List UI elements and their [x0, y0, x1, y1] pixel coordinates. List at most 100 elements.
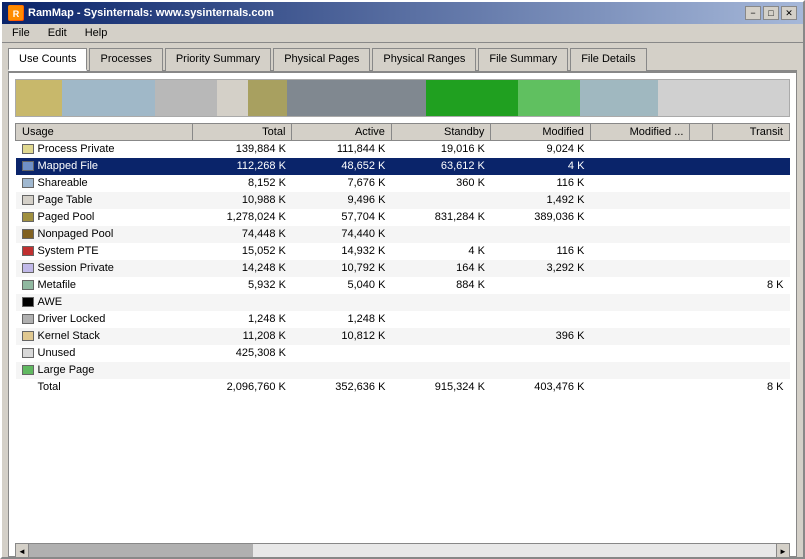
usage-cell: System PTE	[16, 243, 193, 260]
data-cell: 425,308 K	[192, 345, 292, 362]
usage-cell: Driver Locked	[16, 311, 193, 328]
table-row[interactable]: Unused 425,308 K	[16, 345, 790, 362]
data-cell: 116 K	[491, 175, 591, 192]
col-header-standby: Standby	[391, 124, 491, 141]
table-row[interactable]: Shareable8,152 K7,676 K360 K116 K	[16, 175, 790, 192]
data-cell	[712, 294, 789, 311]
scrollbar-thumb[interactable]	[29, 544, 253, 558]
color-segment	[426, 80, 519, 116]
row-label: Metafile	[38, 279, 77, 291]
data-cell: 57,704 K	[292, 209, 392, 226]
data-cell	[491, 226, 591, 243]
data-cell	[690, 294, 712, 311]
content-area: Usage Total Active Standby Modified Modi…	[8, 72, 797, 557]
row-label: Large Page	[38, 364, 95, 376]
title-bar: R RamMap - Sysinternals: www.sysinternal…	[2, 2, 803, 24]
data-cell: 11,208 K	[192, 328, 292, 345]
data-cell	[712, 311, 789, 328]
tab-priority-summary[interactable]: Priority Summary	[165, 48, 271, 71]
data-cell	[590, 226, 690, 243]
menu-file[interactable]: File	[8, 26, 34, 40]
menu-bar: File Edit Help	[2, 24, 803, 43]
data-table-container[interactable]: Usage Total Active Standby Modified Modi…	[15, 123, 790, 540]
table-row[interactable]: Session Private14,248 K10,792 K164 K3,29…	[16, 260, 790, 277]
tab-physical-ranges[interactable]: Physical Ranges	[372, 48, 476, 71]
data-cell: 10,988 K	[192, 192, 292, 209]
color-segment	[217, 80, 248, 116]
data-cell: 831,284 K	[391, 209, 491, 226]
minimize-button[interactable]: −	[745, 6, 761, 20]
tab-use-counts[interactable]: Use Counts	[8, 48, 87, 71]
col-header-total: Total	[192, 124, 292, 141]
row-label: Kernel Stack	[38, 330, 100, 342]
color-swatch	[22, 263, 34, 273]
table-row[interactable]: Page Table10,988 K9,496 K1,492 K	[16, 192, 790, 209]
data-cell	[491, 311, 591, 328]
usage-cell: Metafile	[16, 277, 193, 294]
data-cell: 915,324 K	[391, 379, 491, 396]
data-cell	[590, 294, 690, 311]
data-cell	[712, 175, 789, 192]
scroll-right-button[interactable]: ►	[776, 543, 790, 559]
window-controls: − □ ✕	[745, 6, 797, 20]
tab-physical-pages[interactable]: Physical Pages	[273, 48, 370, 71]
data-cell: 19,016 K	[391, 141, 491, 158]
data-cell: 4 K	[491, 158, 591, 175]
table-row[interactable]: Metafile5,932 K5,040 K884 K8 K	[16, 277, 790, 294]
color-swatch	[22, 348, 34, 358]
table-row[interactable]: Driver Locked1,248 K1,248 K	[16, 311, 790, 328]
color-swatch	[22, 297, 34, 307]
data-cell	[292, 345, 392, 362]
data-cell	[391, 345, 491, 362]
row-label: Session Private	[38, 262, 114, 274]
data-cell	[391, 328, 491, 345]
color-swatch	[22, 212, 34, 222]
data-cell: 74,440 K	[292, 226, 392, 243]
tab-file-summary[interactable]: File Summary	[478, 48, 568, 71]
tab-file-details[interactable]: File Details	[570, 48, 646, 71]
row-label: Total	[38, 381, 61, 393]
tab-processes[interactable]: Processes	[89, 48, 162, 71]
data-cell	[292, 294, 392, 311]
table-row[interactable]: Kernel Stack11,208 K10,812 K396 K	[16, 328, 790, 345]
data-cell	[491, 345, 591, 362]
col-header-active: Active	[292, 124, 392, 141]
data-cell	[690, 192, 712, 209]
data-cell	[690, 277, 712, 294]
data-cell: 112,268 K	[192, 158, 292, 175]
maximize-button[interactable]: □	[763, 6, 779, 20]
scroll-left-button[interactable]: ◄	[15, 543, 29, 559]
data-cell: 116 K	[491, 243, 591, 260]
table-row[interactable]: Process Private139,884 K111,844 K19,016 …	[16, 141, 790, 158]
data-cell	[590, 158, 690, 175]
data-cell	[391, 362, 491, 379]
data-cell	[590, 260, 690, 277]
table-row[interactable]: Mapped File112,268 K48,652 K63,612 K4 K	[16, 158, 790, 175]
data-cell	[690, 158, 712, 175]
data-cell	[391, 226, 491, 243]
color-swatch	[22, 229, 34, 239]
color-segment	[16, 80, 62, 116]
table-row[interactable]: Paged Pool1,278,024 K57,704 K831,284 K38…	[16, 209, 790, 226]
data-cell	[292, 362, 392, 379]
data-cell	[690, 379, 712, 396]
data-cell: 74,448 K	[192, 226, 292, 243]
scrollbar-track[interactable]	[29, 543, 776, 559]
data-cell	[712, 226, 789, 243]
table-row[interactable]: System PTE15,052 K14,932 K4 K116 K	[16, 243, 790, 260]
menu-edit[interactable]: Edit	[44, 26, 71, 40]
data-cell	[590, 379, 690, 396]
row-label: Unused	[38, 347, 76, 359]
row-label: Mapped File	[38, 160, 99, 172]
horizontal-scrollbar[interactable]: ◄ ►	[15, 542, 790, 559]
table-row[interactable]: Total2,096,760 K352,636 K915,324 K403,47…	[16, 379, 790, 396]
table-row[interactable]: Nonpaged Pool74,448 K74,440 K	[16, 226, 790, 243]
data-cell	[590, 192, 690, 209]
close-button[interactable]: ✕	[781, 6, 797, 20]
col-header-modified2: Modified ...	[590, 124, 690, 141]
table-row[interactable]: Large Page	[16, 362, 790, 379]
color-segment	[62, 80, 155, 116]
menu-help[interactable]: Help	[81, 26, 112, 40]
table-row[interactable]: AWE	[16, 294, 790, 311]
data-cell: 14,932 K	[292, 243, 392, 260]
